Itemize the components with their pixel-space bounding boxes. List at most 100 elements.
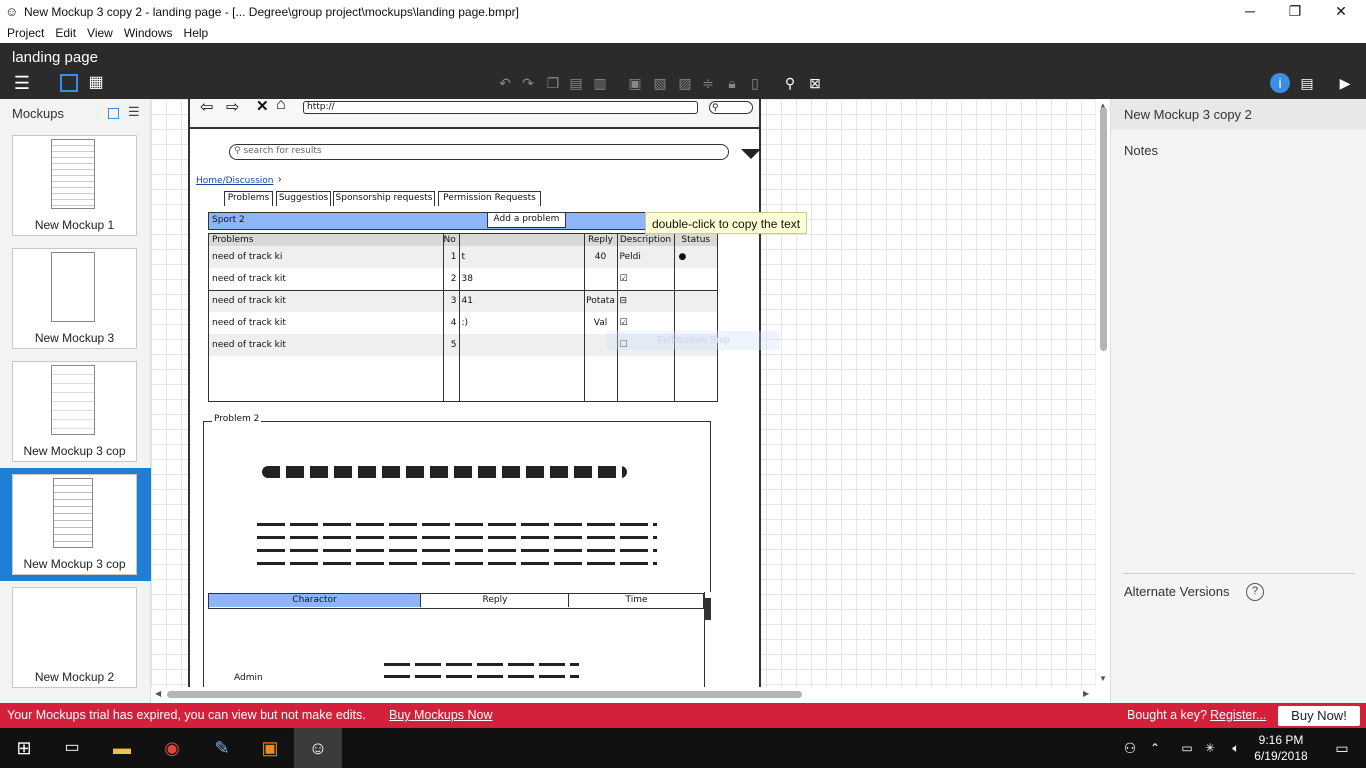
table-row: need of track kit 2 38 ☑ [209, 268, 717, 290]
horizontal-scrollbar-thumb[interactable] [167, 691, 802, 698]
scroll-left-arrow-icon[interactable]: ◀ [155, 689, 161, 698]
file-explorer-icon[interactable]: ▬ [98, 728, 146, 768]
title-bar: ☺ New Mockup 3 copy 2 - landing page - [… [0, 0, 1366, 24]
undo-icon[interactable]: ↶ [495, 73, 515, 93]
mockup-thumbnail[interactable]: New Mockup 1 [12, 135, 137, 236]
breadcrumb-chevron-icon: › [278, 174, 282, 185]
table-row: need of track kit 3 41 Potata ⊟ [209, 290, 717, 312]
ungroup-icon[interactable]: ▧ [650, 73, 670, 93]
search-icon[interactable]: ⚲ [780, 73, 800, 93]
vertical-scrollbar[interactable]: ▲ ▼ [1095, 99, 1110, 687]
arrange-icon[interactable]: ▨ [675, 73, 695, 93]
cut-icon[interactable]: ▤ [566, 73, 586, 93]
paint-icon[interactable]: ✎ [198, 728, 246, 768]
tray-chevron-icon[interactable]: ⌃ [1140, 728, 1170, 768]
close-button[interactable]: ✕ [1318, 0, 1364, 24]
minimize-button[interactable]: ─ [1227, 0, 1273, 24]
mockup-thumbnail[interactable]: New Mockup 3 [12, 248, 137, 349]
table-row-empty [209, 356, 717, 401]
help-icon[interactable]: ? [1246, 583, 1264, 601]
clock-time: 9:16 PM [1258, 733, 1304, 747]
table-cell [459, 334, 585, 356]
thumbnail-label: New Mockup 3 [34, 331, 115, 345]
status-radio: ● [678, 252, 687, 262]
add-problem-button: Add a problem [487, 212, 566, 228]
table-cell: t [459, 246, 585, 268]
design-canvas[interactable]: ⇦ ⇨ ✕ ⌂ http:// ⚲ ⚲ search for results H… [151, 99, 1110, 687]
sport-header-bar: Sport 2 Add a problem [208, 212, 646, 230]
table-cell: need of track kit [209, 290, 444, 312]
mockup-thumbnail[interactable]: New Mockup 3 cop [12, 361, 137, 462]
menu-help[interactable]: Help [177, 24, 213, 40]
register-link[interactable]: Register... [1210, 708, 1266, 722]
thumbnail-preview [51, 365, 95, 435]
tab-time: Time [625, 595, 648, 605]
tab-reply: Reply [422, 594, 569, 607]
horizontal-scrollbar[interactable]: ◀ ▶ [151, 687, 1095, 703]
hamburger-menu-icon[interactable]: ☰ [12, 73, 32, 93]
problems-table: Problems No Reply Description Status nee… [208, 233, 718, 402]
notes-area[interactable] [1123, 161, 1355, 569]
mock-tab: Problems [224, 191, 273, 206]
thumbnail-preview [53, 478, 93, 548]
notifications-icon[interactable]: ▭ [1318, 728, 1366, 768]
breadcrumb-link: Home/Discussion [196, 176, 274, 186]
menu-project[interactable]: Project [0, 24, 48, 40]
mock-tab: Permission Requests [438, 191, 541, 206]
info-icon[interactable]: i [1270, 73, 1290, 93]
mockups-panel: Mockups ☰ New Mockup 1 New Mockup 3 New … [0, 99, 151, 703]
lock-icon[interactable]: 🔒︎ [722, 73, 742, 93]
group-icon[interactable]: ▣ [625, 73, 645, 93]
breadcrumb: Home/Discussion [196, 176, 273, 186]
task-view-icon[interactable]: ▭ [48, 728, 96, 768]
vertical-scrollbar-thumb[interactable] [1100, 107, 1107, 351]
buy-mockups-link[interactable]: Buy Mockups Now [389, 708, 493, 722]
fullscreen-icon[interactable]: ⊠ [805, 73, 825, 93]
align-icon[interactable]: ≑ [698, 73, 718, 93]
scroll-down-arrow-icon[interactable]: ▼ [1099, 674, 1107, 683]
maximize-button[interactable]: ❐ [1272, 0, 1318, 24]
redo-icon[interactable]: ↷ [518, 73, 538, 93]
table-cell: need of track ki [209, 246, 444, 268]
play-icon[interactable]: ▶ [1335, 73, 1355, 93]
menu-edit[interactable]: Edit [48, 24, 80, 40]
sport-label: Sport 2 [212, 215, 245, 225]
menu-bar: Project Edit View Windows Help [0, 24, 1366, 43]
menu-windows[interactable]: Windows [117, 24, 177, 40]
thumbnail-view-icon[interactable] [108, 108, 119, 119]
project-title: landing page [12, 49, 98, 66]
home-icon: ⌂ [276, 99, 286, 113]
admin-label: Admin [234, 673, 263, 683]
ghost-snip-label: Full-screen Snip [607, 331, 780, 350]
copy-icon[interactable]: ❐ [543, 73, 563, 93]
windows-start-icon[interactable]: ⊞ [0, 728, 48, 768]
network-icon[interactable]: ✳ [1198, 728, 1222, 768]
panel-header: New Mockup 3 copy 2 [1111, 99, 1366, 129]
column-header: Status [681, 235, 711, 245]
clock[interactable]: 9:16 PM 6/19/2018 [1250, 732, 1312, 764]
forward-arrow-icon: ⇨ [226, 99, 240, 116]
menu-view[interactable]: View [80, 24, 117, 40]
table-cell: Peldi [617, 246, 675, 268]
bought-key-label: Bought a key? [1127, 708, 1207, 722]
copy-text-tooltip: double-click to copy the text [645, 212, 808, 234]
mockup-thumbnail-selected[interactable]: New Mockup 3 cop [12, 474, 137, 575]
chrome-icon[interactable]: ◉ [148, 728, 196, 768]
balsamiq-app-icon[interactable]: ☺ [294, 728, 342, 768]
list-view-icon[interactable]: ☰ [128, 104, 140, 120]
thumbnail-label: New Mockup 3 cop [23, 557, 126, 571]
mockup-thumbnail[interactable]: New Mockup 2 [12, 587, 137, 688]
table-row: need of track ki 1 t 40 Peldi ● [209, 246, 717, 268]
buy-now-button[interactable]: Buy Now! [1278, 706, 1360, 726]
pdf-app-icon[interactable]: ▣ [246, 728, 294, 768]
trash-icon[interactable]: ▯ [745, 73, 765, 93]
volume-icon[interactable]: 🔈︎ [1222, 728, 1250, 768]
browser-mockup[interactable]: ⇦ ⇨ ✕ ⌂ http:// ⚲ ⚲ search for results H… [188, 99, 761, 687]
single-view-icon[interactable] [60, 74, 78, 92]
mock-tab: Sponsorship requests [333, 191, 435, 206]
grid-view-icon[interactable]: ▦ [86, 73, 106, 93]
notes-panel-icon[interactable]: ▤ [1297, 73, 1317, 93]
scroll-right-arrow-icon[interactable]: ▶ [1083, 689, 1089, 698]
paste-icon[interactable]: ▥ [590, 73, 610, 93]
column-header [459, 234, 585, 246]
